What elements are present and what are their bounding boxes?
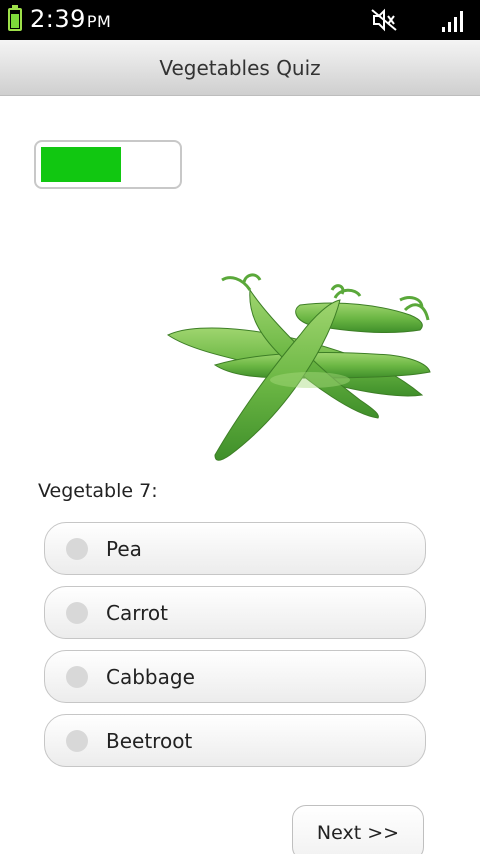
option-cabbage[interactable]: Cabbage <box>44 650 426 703</box>
radio-button[interactable] <box>66 730 88 752</box>
signal-icon <box>442 11 463 32</box>
option-label: Carrot <box>106 600 168 625</box>
option-beetroot[interactable]: Beetroot <box>44 714 426 767</box>
option-label: Cabbage <box>106 664 195 689</box>
option-pea[interactable]: Pea <box>44 522 426 575</box>
clock-time: 2:39 <box>30 5 86 33</box>
radio-button[interactable] <box>66 666 88 688</box>
quiz-progress-bar <box>34 140 182 189</box>
clock: 2:39PM <box>30 5 111 33</box>
mute-icon <box>371 8 397 32</box>
title-bar: Vegetables Quiz <box>0 40 480 96</box>
radio-button[interactable] <box>66 538 88 560</box>
option-label: Pea <box>106 536 142 561</box>
option-carrot[interactable]: Carrot <box>44 586 426 639</box>
progress-fill <box>41 147 122 182</box>
radio-button[interactable] <box>66 602 88 624</box>
progress-track <box>41 147 175 182</box>
battery-level <box>11 13 19 28</box>
battery-icon <box>8 5 22 31</box>
question-label: Vegetable 7: <box>38 480 158 502</box>
clock-ampm: PM <box>86 12 112 31</box>
answer-options: Pea Carrot Cabbage Beetroot <box>44 522 426 778</box>
option-label: Beetroot <box>106 728 193 753</box>
page-title: Vegetables Quiz <box>159 55 321 80</box>
status-bar: 2:39PM <box>0 0 480 40</box>
pea-pod-image <box>166 273 431 461</box>
next-button[interactable]: Next >> <box>292 805 424 854</box>
